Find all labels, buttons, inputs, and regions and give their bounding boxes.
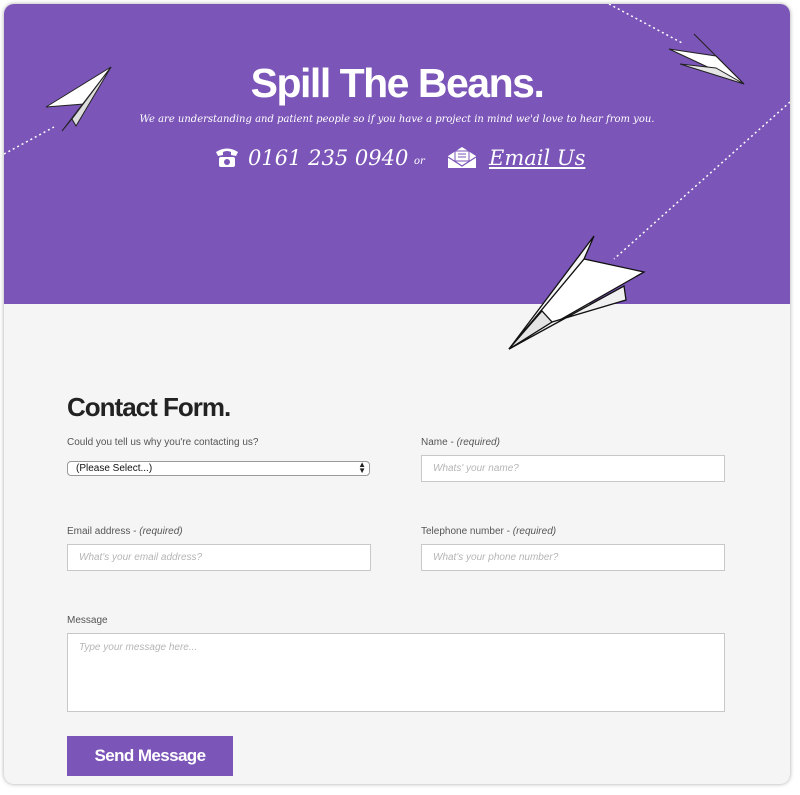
name-label: Name - (required) [421,437,500,448]
send-message-button[interactable]: Send Message [67,736,233,776]
phone-input[interactable]: What's your phone number? [421,544,725,571]
flight-path-right [613,101,790,260]
name-required-note: (required) [456,437,500,448]
reason-label: Could you tell us why you're contacting … [67,437,259,448]
email-label-text: Email address - [67,526,140,537]
contact-card: Spill The Beans. We are understanding an… [4,4,790,784]
name-input[interactable]: Whats' your name? [421,455,725,482]
flight-path-top-right [608,4,685,45]
email-required-note: (required) [139,526,183,537]
name-label-text: Name - [421,437,457,448]
reason-select[interactable]: (Please Select...) ▲ ▼ [67,461,370,476]
select-arrows-icon: ▲ ▼ [358,460,366,475]
page-title: Spill The Beans. [250,60,545,106]
phone-number[interactable]: 0161 235 0940 [248,146,408,170]
envelope-icon [447,147,477,168]
contact-form-title: Contact Form. [67,392,231,422]
message-textarea[interactable]: Type your message here... [67,633,725,712]
or-separator: or [414,156,425,167]
reason-selected-value: (Please Select...) [76,463,153,474]
page-subtitle: We are understanding and patient people … [139,114,655,125]
phone-required-note: (required) [512,526,557,537]
phone-icon [216,148,238,167]
phone-label: Telephone number - (required) [421,526,556,537]
email-input[interactable]: What's your email address? [67,544,371,571]
phone-label-text: Telephone number - [421,526,513,537]
email-label: Email address - (required) [67,526,183,537]
hero-banner: Spill The Beans. We are understanding an… [4,4,790,304]
contact-row: 0161 235 0940 or Email Us [4,144,790,178]
email-us-link[interactable]: Email Us [489,146,585,170]
message-label: Message [67,615,108,626]
